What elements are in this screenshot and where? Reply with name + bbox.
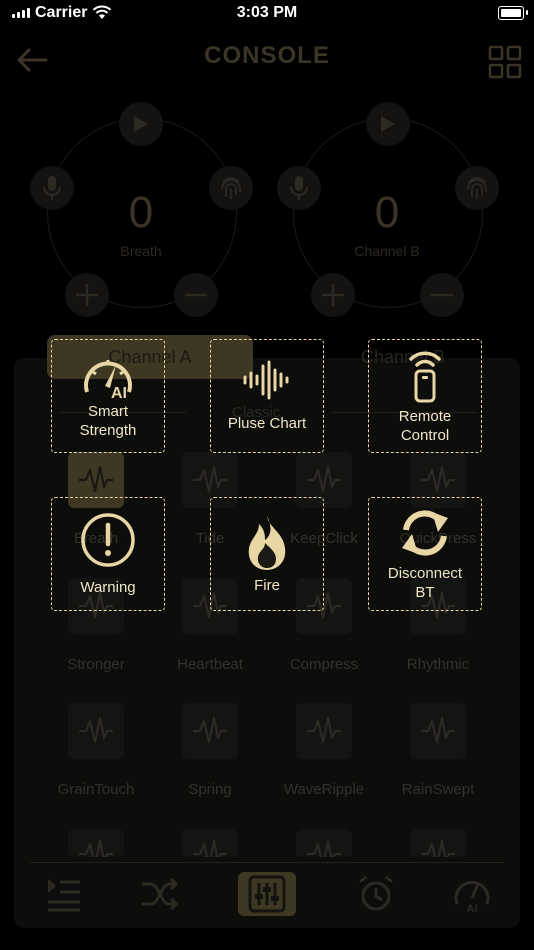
wave-tile[interactable] (182, 703, 238, 759)
wave-tile[interactable] (410, 703, 466, 759)
wave-tile[interactable] (296, 703, 352, 759)
play-button[interactable] (366, 102, 410, 146)
wave-label: WaveRipple (283, 781, 365, 798)
soundwave-icon (242, 360, 292, 400)
waveform-icon (79, 839, 113, 857)
ai-gauge-icon: AI (81, 352, 135, 398)
refresh-icon (398, 506, 452, 560)
wave-label: Spring (188, 781, 232, 798)
waveform-icon (193, 716, 227, 744)
wave-label: Compress (289, 656, 359, 673)
wave-tile[interactable] (68, 829, 124, 857)
status-time: 3:03 PM (236, 4, 298, 21)
minus-icon (431, 293, 453, 297)
minus-icon (185, 293, 207, 297)
menu-warning-button[interactable]: Warning (51, 497, 165, 611)
wave-tile[interactable] (410, 829, 466, 857)
wave-tile[interactable] (296, 829, 352, 857)
menu-label: Fire (254, 576, 280, 594)
increase-b-button[interactable] (311, 273, 355, 317)
mic-button[interactable] (277, 166, 321, 210)
fingerprint-button[interactable] (209, 166, 253, 210)
menu-disconnect-bt-button[interactable]: Disconnect BT (368, 497, 482, 611)
menu-label: Control (400, 427, 450, 444)
microphone-icon (290, 176, 308, 200)
playlist-icon[interactable] (44, 874, 84, 914)
svg-text:AI: AI (467, 903, 478, 914)
menu-label: Strength (79, 422, 137, 439)
menu-label: Warning (80, 578, 136, 596)
play-icon (134, 116, 148, 132)
ai-gauge-icon[interactable]: AI (452, 874, 492, 914)
waveform-icon (193, 839, 227, 857)
menu-label: Smart (87, 403, 128, 420)
fire-icon (243, 514, 291, 572)
fingerprint-button[interactable] (455, 166, 499, 210)
decrease-b-button[interactable] (420, 273, 464, 317)
waveform-icon (307, 716, 341, 744)
waveform-icon (307, 465, 341, 493)
waveform-icon (421, 465, 455, 493)
wave-tile[interactable] (182, 829, 238, 857)
channel-b-value: 0 (374, 188, 400, 237)
menu-pluse-chart-button[interactable]: Pluse Chart (210, 339, 324, 453)
menu-label: Remote (398, 408, 452, 425)
wave-label: GrainTouch (57, 781, 135, 798)
battery-icon (498, 6, 524, 20)
wave-label: Rhythmic (406, 656, 470, 673)
remote-phone-icon (405, 347, 445, 403)
menu-fire-button[interactable]: Fire (210, 497, 324, 611)
status-bar: Carrier 3:03 PM (0, 0, 534, 28)
waveform-icon (307, 839, 341, 857)
play-icon (381, 116, 395, 132)
fingerprint-icon (221, 177, 241, 199)
divider (30, 862, 504, 863)
svg-text:AI: AI (111, 385, 127, 398)
mic-button[interactable] (30, 166, 74, 210)
microphone-icon (43, 176, 61, 200)
sliders-icon[interactable] (247, 874, 287, 914)
menu-label: Disconnect (387, 565, 463, 582)
channel-a-mode-label: Breath (120, 243, 162, 259)
channel-a-value: 0 (128, 188, 154, 237)
grid-menu-icon[interactable] (488, 45, 522, 79)
waveform-icon (421, 716, 455, 744)
play-button[interactable] (119, 102, 163, 146)
fingerprint-icon (467, 177, 487, 199)
shuffle-icon[interactable] (140, 874, 180, 914)
decrease-a-button[interactable] (174, 273, 218, 317)
menu-remote-control-button[interactable]: Remote Control (368, 339, 482, 453)
plus-icon (322, 284, 344, 306)
warning-icon (80, 512, 136, 568)
plus-icon (76, 284, 98, 306)
menu-label: BT (415, 584, 435, 601)
menu-smart-strength-button[interactable]: AI Smart Strength (51, 339, 165, 453)
wave-label: Stronger (67, 656, 125, 673)
waveform-icon (193, 465, 227, 493)
wave-label: RainSwept (401, 781, 475, 798)
waveform-icon (79, 465, 113, 493)
increase-a-button[interactable] (65, 273, 109, 317)
waveform-icon (421, 839, 455, 857)
menu-label: Pluse Chart (227, 414, 307, 432)
alarm-clock-icon[interactable] (356, 874, 396, 914)
wave-tile[interactable] (68, 703, 124, 759)
waveform-icon (79, 716, 113, 744)
wave-label: Heartbeat (177, 656, 243, 673)
channel-b-mode-label: Channel B (354, 243, 420, 259)
page-title: CONSOLE (204, 42, 330, 69)
